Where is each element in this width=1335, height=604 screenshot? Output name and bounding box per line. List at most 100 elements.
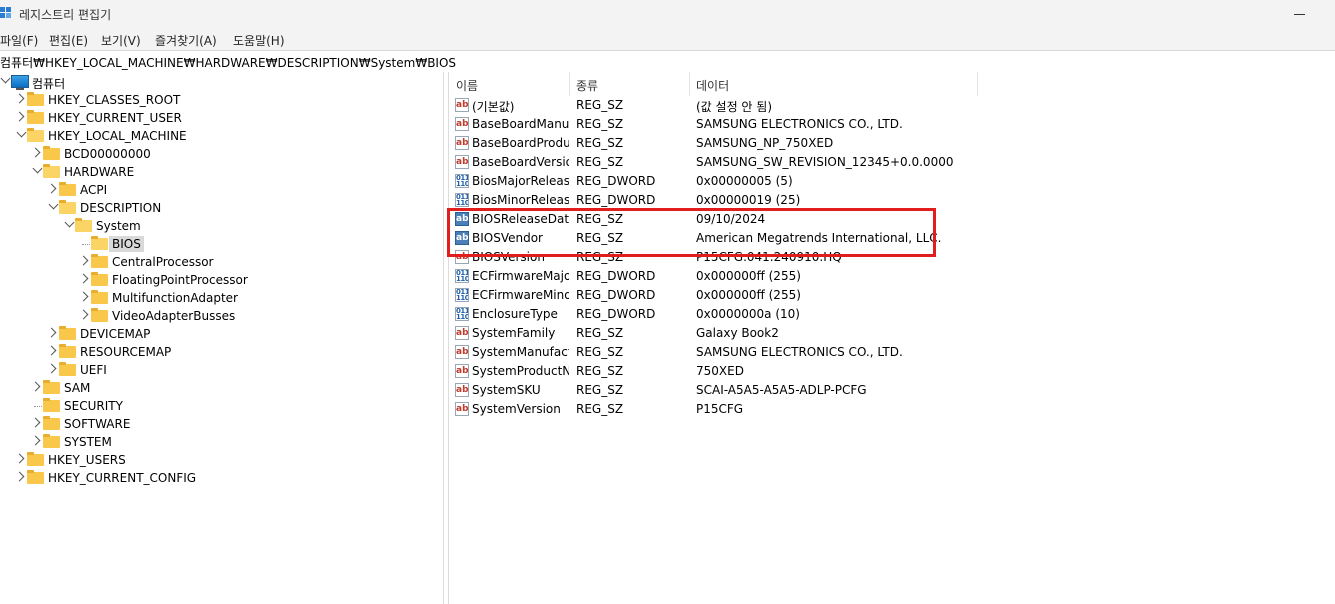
- values-list-pane[interactable]: 이름 종류 데이터 ab (기본값) REG_SZ (값 설정 안 됨) ab BaseB…: [449, 72, 1335, 604]
- address-path[interactable]: 컴퓨터₩HKEY_LOCAL_MACHINE₩HARDWARE₩DESCRIPT…: [0, 54, 456, 71]
- tree-item[interactable]: System: [0, 217, 443, 235]
- tree-item[interactable]: SOFTWARE: [0, 415, 443, 433]
- folder-icon: [27, 92, 44, 106]
- menu-file[interactable]: 파일(F): [0, 32, 38, 49]
- value-data: SCAI-A5A5-A5A5-ADLP-PCFG: [696, 383, 867, 397]
- folder-icon: [91, 308, 108, 322]
- chevron-right-icon[interactable]: [14, 453, 25, 464]
- tree-item[interactable]: UEFI: [0, 361, 443, 379]
- chevron-right-icon[interactable]: [30, 435, 41, 446]
- folder-icon: [43, 434, 60, 448]
- reg-string-icon: ab: [455, 136, 469, 150]
- tree-item[interactable]: FloatingPointProcessor: [0, 271, 443, 289]
- tree-item[interactable]: BIOS: [0, 235, 443, 253]
- tree-item-label: BCD00000000: [64, 147, 151, 161]
- tree-item[interactable]: DESCRIPTION: [0, 199, 443, 217]
- tree-item-label: SECURITY: [64, 399, 123, 413]
- address-bar[interactable]: 컴퓨터₩HKEY_LOCAL_MACHINE₩HARDWARE₩DESCRIPT…: [0, 50, 1335, 73]
- value-row[interactable]: 011 110 BiosMajorRelease REG_DWORD 0x000000…: [449, 172, 1335, 191]
- chevron-right-icon[interactable]: [14, 111, 25, 122]
- minimize-icon[interactable]: [1287, 4, 1313, 24]
- value-type: REG_SZ: [576, 345, 624, 359]
- value-row[interactable]: abSystemProductName REG_SZ 750XED: [449, 362, 1335, 381]
- tree-item-label: System: [96, 219, 141, 233]
- tree-item[interactable]: SECURITY: [0, 397, 443, 415]
- column-header-name[interactable]: 이름: [449, 72, 569, 96]
- chevron-right-icon[interactable]: [46, 363, 57, 374]
- tree-item[interactable]: BCD00000000: [0, 145, 443, 163]
- tree-item-label: BIOS: [109, 236, 144, 252]
- tree-item[interactable]: HKEY_USERS: [0, 451, 443, 469]
- value-data: SAMSUNG_SW_REVISION_12345+0.0.0000: [696, 155, 954, 169]
- value-type: REG_SZ: [576, 117, 624, 131]
- value-type: REG_DWORD: [576, 269, 656, 283]
- folder-icon: [43, 380, 60, 394]
- tree-item-label: SOFTWARE: [64, 417, 131, 431]
- folder-icon: [91, 254, 108, 268]
- menu-favorites[interactable]: 즐겨찾기(A): [155, 32, 217, 49]
- chevron-right-icon[interactable]: [14, 471, 25, 482]
- value-type: REG_SZ: [576, 364, 624, 378]
- chevron-right-icon[interactable]: [78, 309, 89, 320]
- tree-item[interactable]: HARDWARE: [0, 163, 443, 181]
- tree-item[interactable]: HKEY_LOCAL_MACHINE: [0, 127, 443, 145]
- chevron-down-icon[interactable]: [64, 217, 75, 228]
- column-header-data[interactable]: 데이터: [689, 72, 977, 96]
- value-name: SystemFamily: [472, 326, 556, 340]
- tree-item-label: 컴퓨터: [32, 77, 66, 91]
- key-tree-pane[interactable]: 컴퓨터 HKEY_CLASSES_ROOT HKEY_CURRENT_USER HKE…: [0, 72, 443, 604]
- chevron-right-icon[interactable]: [78, 273, 89, 284]
- chevron-right-icon[interactable]: [30, 417, 41, 428]
- value-name: BiosMajorRelease: [472, 174, 569, 188]
- tree-item[interactable]: HKEY_CURRENT_CONFIG: [0, 469, 443, 487]
- tree-item[interactable]: 컴퓨터: [0, 73, 443, 91]
- chevron-right-icon[interactable]: [30, 381, 41, 392]
- menu-help[interactable]: 도움말(H): [233, 32, 285, 49]
- value-row[interactable]: abBaseBoardProduct REG_SZ SAMSUNG_NP_750XE…: [449, 134, 1335, 153]
- value-row[interactable]: ab SystemFamily REG_SZ Galaxy Book2: [449, 324, 1335, 343]
- column-header-type[interactable]: 종류: [569, 72, 689, 96]
- folder-icon: [59, 182, 76, 196]
- tree-item-label: HKEY_CURRENT_USER: [48, 111, 182, 125]
- reg-dword-icon: 011 110: [455, 269, 469, 283]
- tree-item-label: HKEY_USERS: [48, 453, 126, 467]
- tree-item[interactable]: DEVICEMAP: [0, 325, 443, 343]
- chevron-right-icon[interactable]: [46, 183, 57, 194]
- value-row[interactable]: ab (기본값) REG_SZ (값 설정 안 됨): [449, 96, 1335, 115]
- registry-editor-icon: [0, 7, 12, 21]
- column-separator[interactable]: [977, 72, 978, 96]
- chevron-right-icon[interactable]: [46, 345, 57, 356]
- menu-edit[interactable]: 편집(E): [49, 32, 88, 49]
- value-row[interactable]: ab SystemSKU REG_SZ SCAI-A5A5-A5A5-ADLP-PCF…: [449, 381, 1335, 400]
- tree-item[interactable]: CentralProcessor: [0, 253, 443, 271]
- value-row[interactable]: 011 110 EnclosureType REG_DWORD 0x0000000a …: [449, 305, 1335, 324]
- menu-view[interactable]: 보기(V): [101, 32, 141, 49]
- chevron-down-icon[interactable]: [48, 199, 59, 210]
- tree-item[interactable]: ACPI: [0, 181, 443, 199]
- chevron-right-icon[interactable]: [14, 93, 25, 104]
- tree-item[interactable]: HKEY_CLASSES_ROOT: [0, 91, 443, 109]
- chevron-down-icon[interactable]: [32, 163, 43, 174]
- tree-item[interactable]: MultifunctionAdapter: [0, 289, 443, 307]
- value-row[interactable]: abBaseBoardVersion REG_SZ SAMSUNG_SW_REVIS…: [449, 153, 1335, 172]
- chevron-down-icon[interactable]: [0, 73, 11, 84]
- value-row[interactable]: ab SystemVersion REG_SZ P15CFG: [449, 400, 1335, 419]
- tree-item[interactable]: RESOURCEMAP: [0, 343, 443, 361]
- tree-item[interactable]: HKEY_CURRENT_USER: [0, 109, 443, 127]
- value-type: REG_SZ: [576, 136, 624, 150]
- tree-item[interactable]: SYSTEM: [0, 433, 443, 451]
- value-row[interactable]: abSystemManufacturer REG_SZ SAMSUNG ELECTR…: [449, 343, 1335, 362]
- value-type: REG_SZ: [576, 402, 624, 416]
- chevron-right-icon[interactable]: [46, 327, 57, 338]
- chevron-right-icon[interactable]: [78, 291, 89, 302]
- value-row[interactable]: abBaseBoardManufacturer REG_SZ SAMSUNG ELE…: [449, 115, 1335, 134]
- chevron-right-icon[interactable]: [30, 147, 41, 158]
- value-row[interactable]: 011 110ECFirmwareMajorRelease REG_DWORD 0x…: [449, 267, 1335, 286]
- tree-item-label: SYSTEM: [64, 435, 112, 449]
- chevron-right-icon[interactable]: [78, 255, 89, 266]
- tree-item[interactable]: SAM: [0, 379, 443, 397]
- tree-item[interactable]: VideoAdapterBusses: [0, 307, 443, 325]
- value-row[interactable]: 011 110ECFirmwareMinorRelease REG_DWORD 0x…: [449, 286, 1335, 305]
- chevron-down-icon[interactable]: [16, 127, 27, 138]
- tree-item-label: HKEY_CURRENT_CONFIG: [48, 471, 197, 485]
